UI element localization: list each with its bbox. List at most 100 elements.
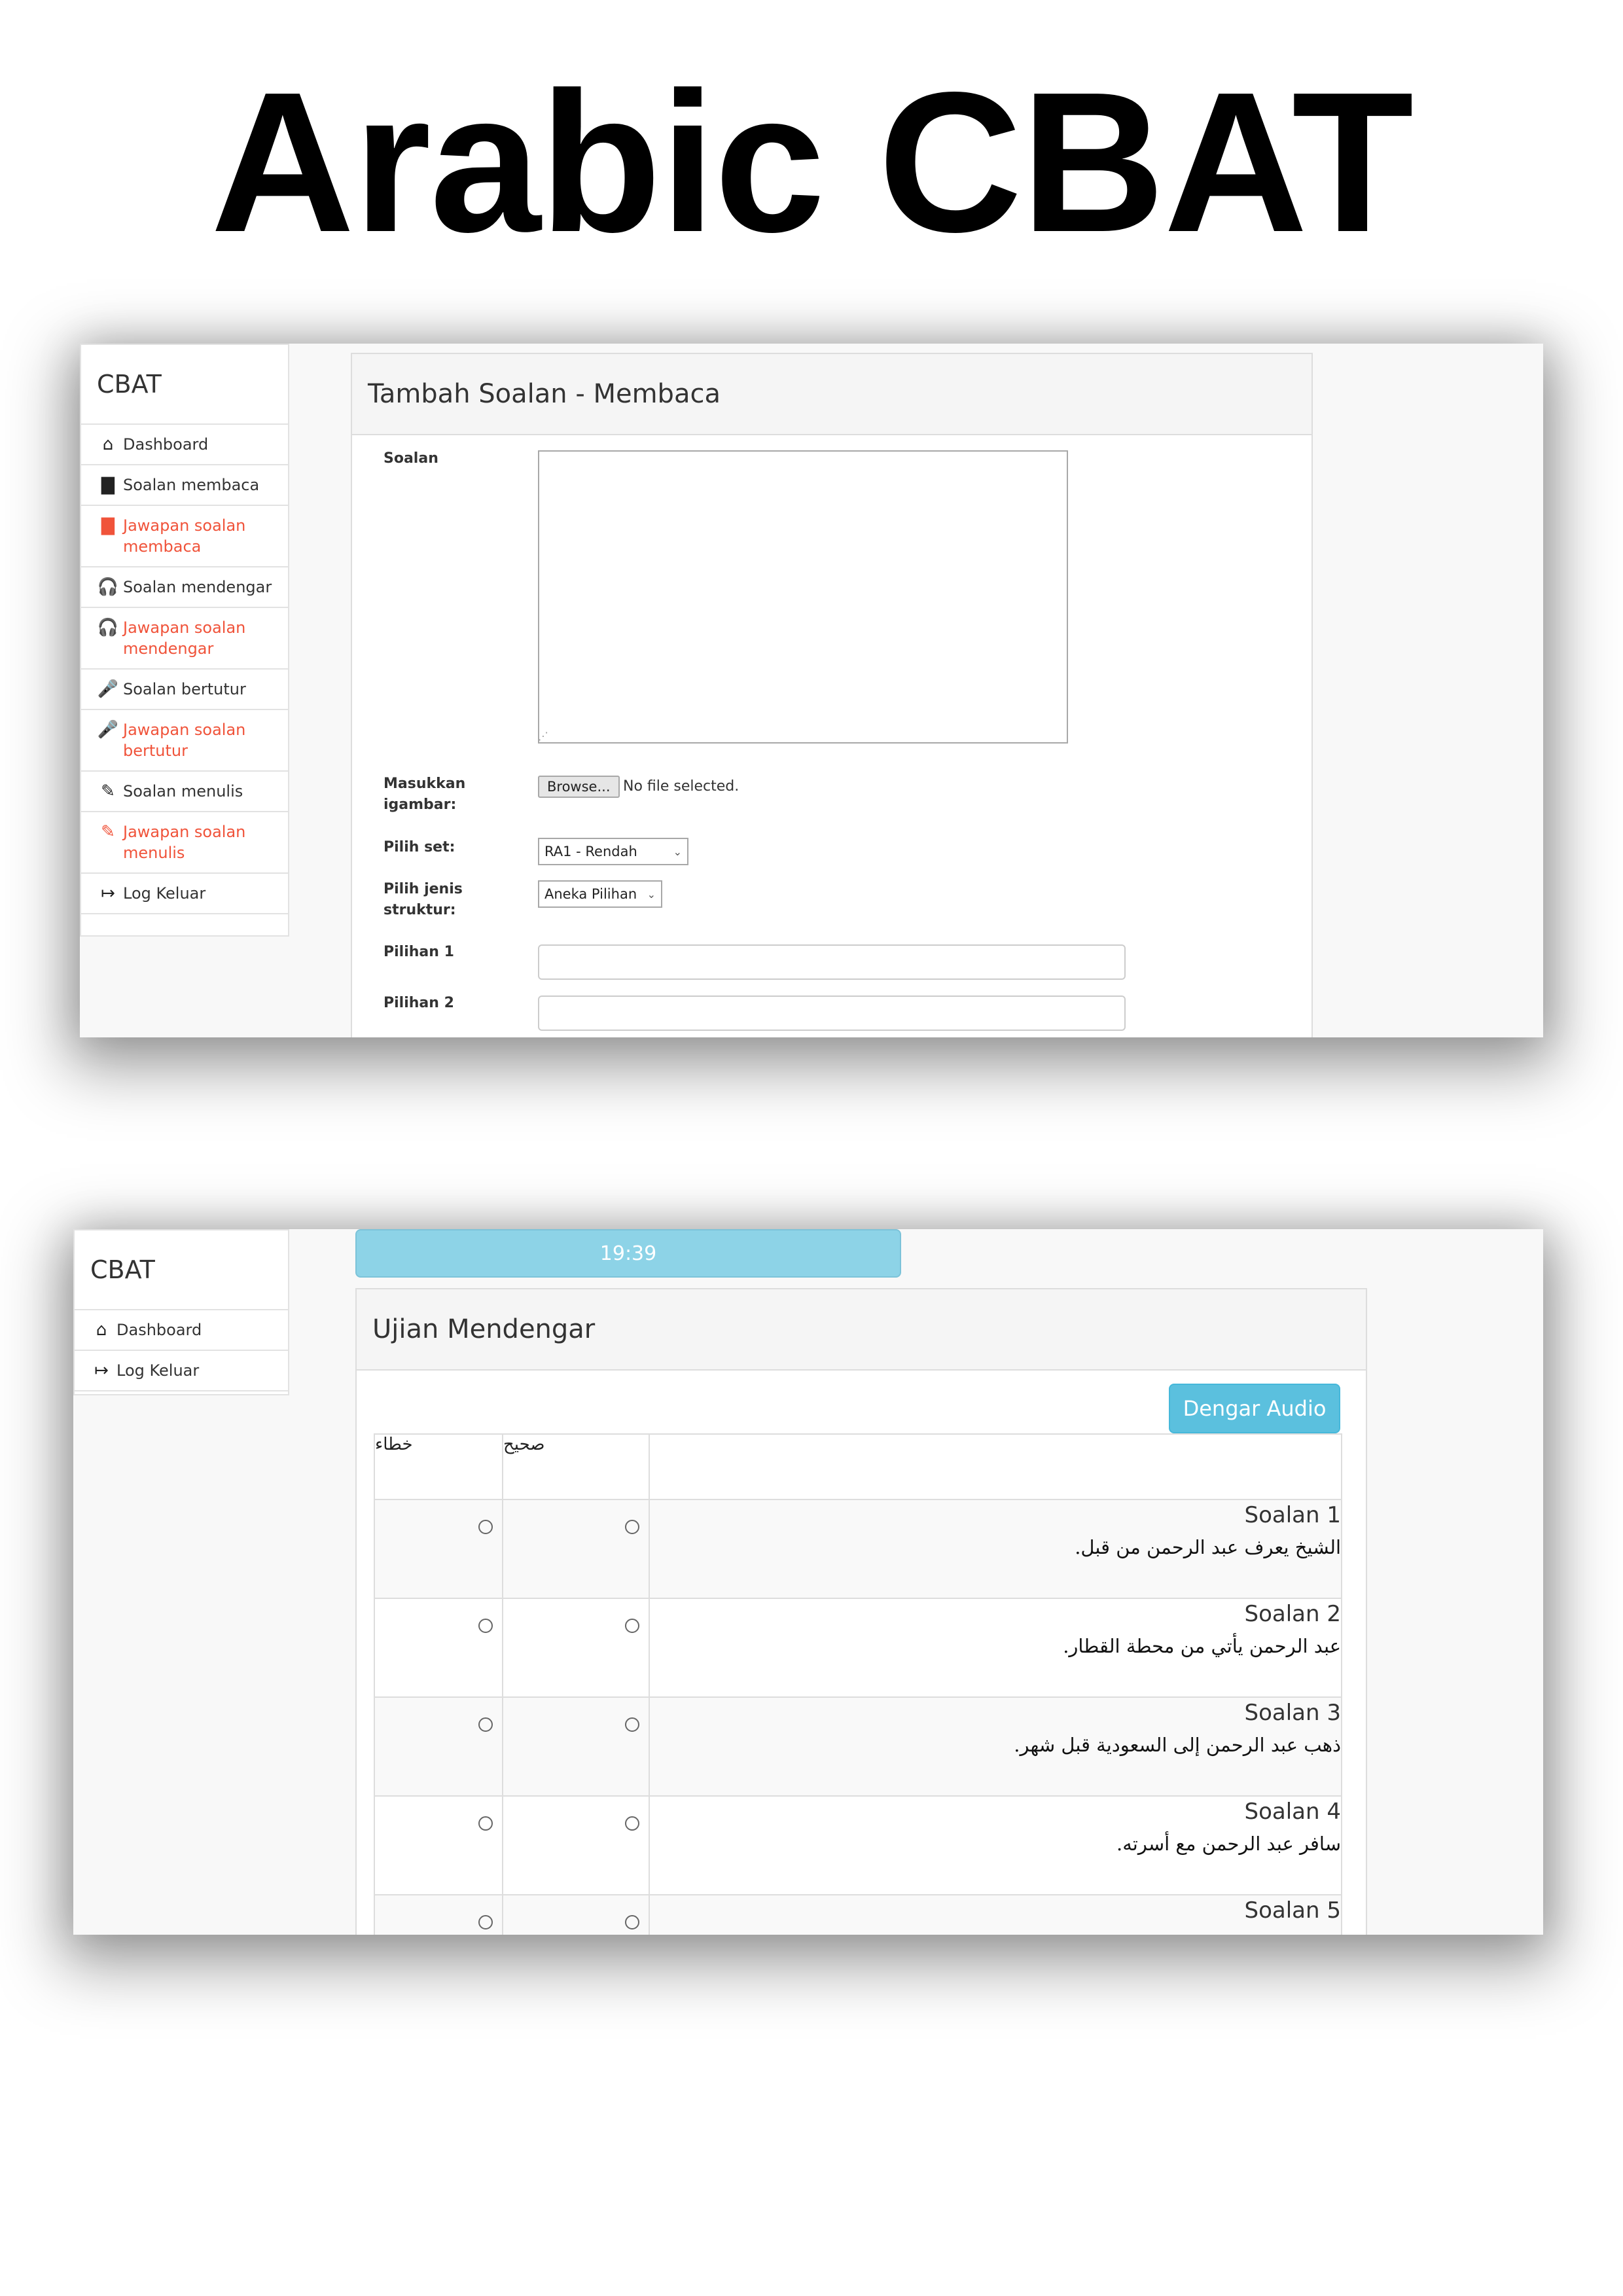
pilihan2-input[interactable]: [538, 996, 1126, 1031]
play-audio-button[interactable]: Dengar Audio: [1169, 1384, 1340, 1433]
sidebar-item-label: Jawapan soalan bertutur: [123, 721, 246, 760]
sidebar-item-soalan-menulis[interactable]: ✎ Soalan menulis: [81, 772, 288, 812]
set-select-value: RA1 - Rendah: [544, 844, 637, 859]
struktur-select-value: Aneka Pilihan: [544, 886, 637, 902]
pilihan2-label: Pilihan 2: [383, 995, 454, 1011]
right-cell: [502, 1795, 650, 1895]
sidebar-item-soalan-membaca[interactable]: ▇ Soalan membaca: [81, 465, 288, 506]
radio-wrong-q2[interactable]: [478, 1619, 493, 1633]
wrong-cell: [374, 1696, 503, 1797]
image-label: Masukkan igambar:: [383, 776, 466, 813]
radio-wrong-q1[interactable]: [478, 1520, 493, 1534]
radio-right-q3[interactable]: [625, 1717, 639, 1732]
sidebar-nav: ⌂ Dashboard ↦ Log Keluar: [75, 1310, 288, 1391]
sidebar-item-dashboard[interactable]: ⌂ Dashboard: [81, 425, 288, 465]
set-label: Pilih set:: [383, 839, 455, 855]
pencil-icon: ✎: [101, 822, 115, 842]
set-select[interactable]: RA1 - Rendah ⌄: [538, 838, 688, 865]
sidebar-item-label: Jawapan soalan mendengar: [123, 619, 246, 658]
wrong-cell: [374, 1795, 503, 1895]
radio-right-q4[interactable]: [625, 1816, 639, 1831]
sidebar-item-log-keluar[interactable]: ↦ Log Keluar: [75, 1351, 288, 1391]
radio-right-q1[interactable]: [625, 1520, 639, 1534]
struktur-select[interactable]: Aneka Pilihan ⌄: [538, 880, 662, 908]
question-title: Soalan 2: [1244, 1601, 1342, 1627]
sign-out-icon: ↦: [94, 1361, 109, 1380]
question-cell: Soalan 2 عبد الرحمن يأتي من محطة القطار.: [649, 1598, 1342, 1698]
right-cell: [502, 1598, 650, 1698]
sidebar-item-log-keluar[interactable]: ↦ Log Keluar: [81, 874, 288, 914]
question-title: Soalan 4: [1244, 1799, 1342, 1825]
radio-wrong-q4[interactable]: [478, 1816, 493, 1831]
radio-right-q2[interactable]: [625, 1619, 639, 1633]
sidebar-item-label: Jawapan soalan membaca: [123, 516, 246, 556]
sidebar-item-soalan-mendengar[interactable]: 🎧 Soalan mendengar: [81, 567, 288, 608]
radio-wrong-q5[interactable]: [478, 1915, 493, 1929]
brand-logo: CBAT: [75, 1230, 288, 1310]
right-cell: [502, 1696, 650, 1797]
sidebar: CBAT ⌂ Dashboard ↦ Log Keluar: [73, 1229, 289, 1395]
radio-wrong-q3[interactable]: [478, 1717, 493, 1732]
question-text: ذهب عبد الرحمن إلى السعودية قبل شهر.: [1014, 1734, 1341, 1756]
right-cell: [502, 1499, 650, 1599]
sidebar-nav: ⌂ Dashboard ▇ Soalan membaca ▇ Jawapan soalan…: [81, 425, 288, 914]
chevron-down-icon: ⌄: [647, 888, 656, 901]
table-row: Soalan 5: [374, 1894, 1342, 1935]
wrong-cell: [374, 1499, 503, 1599]
pilihan1-label: Pilihan 1: [383, 944, 454, 960]
countdown-timer: 19:39: [355, 1229, 901, 1278]
home-icon: ⌂: [96, 1320, 107, 1340]
struktur-label: Pilih jenis struktur:: [383, 881, 463, 918]
sidebar-item-label: Dashboard: [123, 435, 209, 454]
sidebar-item-label: Soalan mendengar: [123, 578, 272, 596]
question-text: الشيخ يعرف عبد الرحمن من قبل.: [1075, 1536, 1341, 1558]
wrong-cell: [374, 1598, 503, 1698]
headphones-icon: 🎧: [97, 618, 119, 637]
sidebar-item-soalan-bertutur[interactable]: 🎤 Soalan bertutur: [81, 670, 288, 710]
radio-right-q5[interactable]: [625, 1915, 639, 1929]
table-row: Soalan 1 الشيخ يعرف عبد الرحمن من قبل.: [374, 1499, 1342, 1599]
question-title: Soalan 5: [1244, 1897, 1342, 1924]
poster-title: Arabic CBAT: [210, 50, 1414, 274]
chevron-down-icon: ⌄: [673, 845, 682, 858]
pilihan1-input[interactable]: [538, 944, 1126, 980]
question-cell: Soalan 4 سافر عبد الرحمن مع أسرته.: [649, 1795, 1342, 1895]
answer-table: خطاء صحيح Soalan 1 الشيخ يعرف عبد الرحمن …: [374, 1433, 1342, 1935]
screenshot-listening-test: CBAT ⌂ Dashboard ↦ Log Keluar 19:39 Ujian M…: [73, 1229, 1543, 1935]
sidebar-item-label: Jawapan soalan menulis: [123, 823, 246, 862]
column-header-question: [649, 1433, 1342, 1500]
sidebar: CBAT ⌂ Dashboard ▇ Soalan membaca ▇ Jawapan s…: [80, 344, 289, 937]
resize-handle-icon[interactable]: ⋰: [538, 730, 1541, 1036]
sidebar-item-jawapan-soalan-menulis[interactable]: ✎ Jawapan soalan menulis: [81, 812, 288, 874]
right-cell: [502, 1894, 650, 1935]
question-cell: Soalan 3 ذهب عبد الرحمن إلى السعودية قبل …: [649, 1696, 1342, 1797]
table-row: Soalan 4 سافر عبد الرحمن مع أسرته.: [374, 1795, 1342, 1895]
soalan-textarea[interactable]: [538, 450, 1068, 744]
table-row: Soalan 3 ذهب عبد الرحمن إلى السعودية قبل …: [374, 1696, 1342, 1797]
home-icon: ⌂: [102, 435, 114, 454]
book-icon: ▇: [101, 516, 115, 535]
table-row: Soalan 2 عبد الرحمن يأتي من محطة القطار.: [374, 1598, 1342, 1698]
panel-title: Tambah Soalan - Membaca: [352, 354, 1311, 435]
sidebar-item-jawapan-soalan-membaca[interactable]: ▇ Jawapan soalan membaca: [81, 506, 288, 567]
book-icon: ▇: [101, 475, 115, 495]
brand-logo: CBAT: [81, 345, 288, 425]
question-text: سافر عبد الرحمن مع أسرته.: [1116, 1833, 1341, 1855]
sidebar-item-label: Log Keluar: [116, 1361, 200, 1380]
sidebar-item-jawapan-soalan-mendengar[interactable]: 🎧 Jawapan soalan mendengar: [81, 608, 288, 670]
wrong-cell: [374, 1894, 503, 1935]
sidebar-item-dashboard[interactable]: ⌂ Dashboard: [75, 1310, 288, 1351]
sidebar-item-jawapan-soalan-bertutur[interactable]: 🎤 Jawapan soalan bertutur: [81, 710, 288, 772]
question-cell: Soalan 5: [649, 1894, 1342, 1935]
question-title: Soalan 3: [1244, 1700, 1342, 1726]
panel-title: Ujian Mendengar: [357, 1289, 1366, 1371]
browse-button[interactable]: Browse...: [538, 776, 620, 798]
table-header-row: خطاء صحيح: [374, 1433, 1342, 1500]
column-header-right: صحيح: [502, 1433, 650, 1500]
screenshot-add-question: CBAT ⌂ Dashboard ▇ Soalan membaca ▇ Jawapan s…: [80, 344, 1543, 1037]
microphone-icon: 🎤: [97, 720, 119, 740]
question-cell: Soalan 1 الشيخ يعرف عبد الرحمن من قبل.: [649, 1499, 1342, 1599]
sidebar-item-label: Soalan menulis: [123, 782, 243, 800]
column-header-wrong: خطاء: [374, 1433, 503, 1500]
file-status: No file selected.: [623, 778, 740, 795]
